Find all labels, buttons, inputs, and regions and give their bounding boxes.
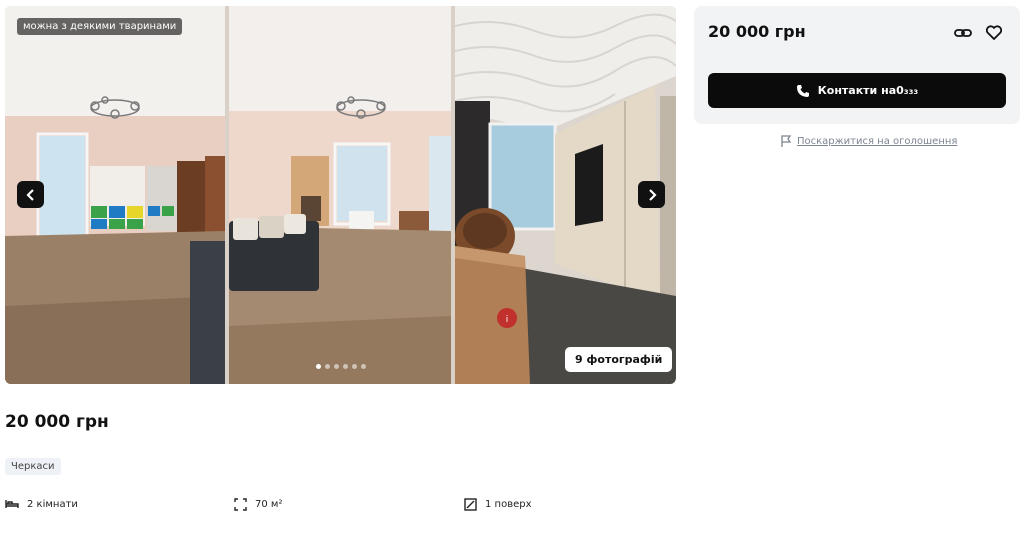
pagination-dot[interactable] [352, 364, 357, 369]
sidebar-price: 20 000 грн [708, 22, 806, 41]
listing-price: 20 000 грн [5, 412, 109, 432]
gallery-prev-button[interactable] [17, 181, 44, 208]
feature-label: 1 поверх [485, 499, 532, 510]
pagination-dot[interactable] [343, 364, 348, 369]
pagination-dot[interactable] [361, 364, 366, 369]
pagination-dot[interactable] [316, 364, 321, 369]
pagination-dot[interactable] [325, 364, 330, 369]
favorite-button[interactable] [984, 23, 1004, 43]
gallery-photo-2[interactable] [229, 6, 451, 384]
photo-gallery[interactable]: i можна з деякими тваринами 9 фотографій [5, 6, 676, 384]
feature-label: 2 кімнати [27, 498, 78, 510]
contact-label: Контакти на [817, 84, 897, 97]
city-tag[interactable]: Черкаси [5, 458, 61, 475]
svg-text:i: i [506, 315, 509, 325]
contact-button[interactable]: Контакти на 0₃₃₃ [708, 73, 1006, 108]
chevron-left-icon [25, 188, 34, 201]
report-label: Поскаржитися на оголошення [797, 136, 958, 147]
flag-icon [781, 135, 792, 147]
contact-phone-masked: 0₃₃₃ [896, 84, 919, 97]
link-icon [954, 29, 972, 37]
feature-rooms: 2 кімнати [5, 498, 78, 510]
report-listing-link[interactable]: Поскаржитися на оголошення [780, 135, 957, 148]
feature-area: 70 м² [234, 498, 282, 511]
heart-icon [985, 25, 1003, 40]
area-icon [234, 498, 247, 511]
feature-floor: 1 поверх [464, 498, 532, 511]
feature-label: 70 м² [255, 499, 283, 510]
gallery-pagination-dots [316, 364, 366, 369]
chevron-right-icon [648, 188, 657, 201]
phone-icon [796, 84, 809, 97]
photos-count-button[interactable]: 9 фотографій [565, 347, 673, 372]
pagination-dot[interactable] [334, 364, 339, 369]
pets-allowed-badge: можна з деякими тваринами [17, 18, 183, 35]
price-contact-card: 20 000 грн Контакти на 0₃₃₃ [694, 6, 1020, 124]
gallery-next-button[interactable] [638, 181, 665, 208]
bed-icon [5, 500, 19, 508]
copy-link-button[interactable] [953, 23, 973, 43]
floor-icon [464, 498, 477, 511]
